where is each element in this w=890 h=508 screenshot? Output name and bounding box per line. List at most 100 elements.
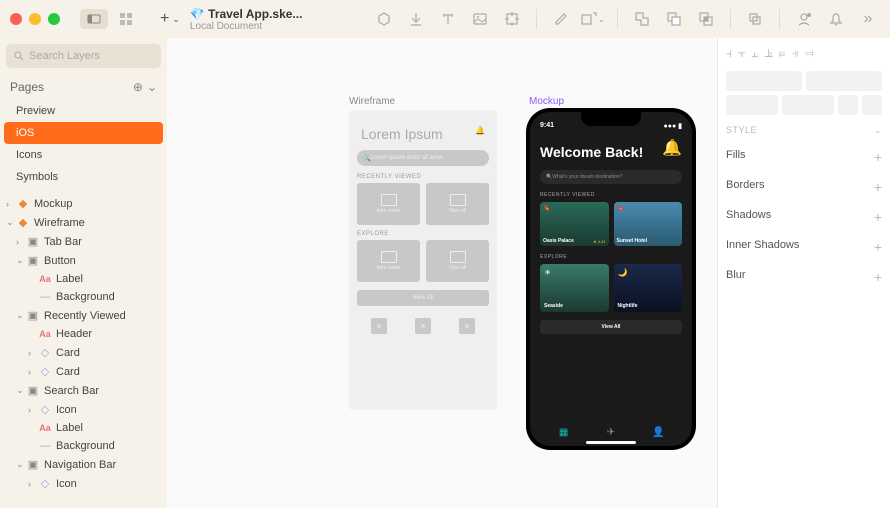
hexagon-tool-icon[interactable] <box>372 7 396 31</box>
bell-icon: 🔔 <box>475 126 485 135</box>
distribute-icon[interactable]: ⫤ <box>805 46 814 61</box>
close-window[interactable] <box>10 13 22 25</box>
search-placeholder: Search Layers <box>29 50 100 62</box>
flip-icon[interactable] <box>862 95 882 115</box>
search-layers-input[interactable]: Search Layers <box>6 44 161 68</box>
filename-text: Travel App.ske... <box>208 7 302 21</box>
y-field[interactable] <box>806 71 882 91</box>
insert-button[interactable]: + ⌄ <box>160 10 180 28</box>
create-symbol-icon[interactable] <box>404 7 428 31</box>
wf-viewall: View All <box>357 290 489 306</box>
align-center-icon[interactable]: ⫟ <box>738 46 745 61</box>
maximize-window[interactable] <box>48 13 60 25</box>
collapse-pages-icon[interactable]: ⌄ <box>147 80 157 94</box>
artboard-label-wireframe[interactable]: Wireframe <box>349 96 395 107</box>
align-bottom-icon[interactable]: ⫣ <box>792 46 799 61</box>
welcome-text: Welcome Back! <box>540 144 682 160</box>
wf-tab-icon: ✕ <box>415 318 431 334</box>
layer-rv-card2[interactable]: ›◇Card <box>0 362 167 381</box>
layer-recently-viewed[interactable]: ⌄▣Recently Viewed <box>0 306 167 325</box>
add-fill-icon[interactable]: + <box>874 149 882 165</box>
artboard-wireframe[interactable]: Lorem Ipsum 🔔 🔍 Lorem ipsum dolor sit am… <box>349 110 497 410</box>
more-icon[interactable]: » <box>856 7 880 31</box>
search-field: 🔍 What's your dream destination? <box>540 170 682 184</box>
flatten-icon[interactable] <box>743 7 767 31</box>
pages-header: Pages ⊕⌄ <box>0 74 167 100</box>
artboard-label-mockup[interactable]: Mockup <box>529 96 564 107</box>
layer-sb-icon[interactable]: ›◇Icon <box>0 400 167 419</box>
page-preview[interactable]: Preview <box>0 100 167 122</box>
layer-button[interactable]: ⌄▣Button <box>0 251 167 270</box>
align-top-icon[interactable]: ⫡ <box>765 46 773 61</box>
align-left-icon[interactable]: ⫞ <box>726 46 732 61</box>
layer-mockup[interactable]: ›◆Mockup <box>0 194 167 213</box>
add-blur-icon[interactable]: + <box>874 269 882 285</box>
tab-plane-icon: ✈ <box>603 424 619 440</box>
h-field[interactable] <box>782 95 834 115</box>
page-icons[interactable]: Icons <box>0 144 167 166</box>
layer-navbar[interactable]: ⌄▣Navigation Bar <box>0 455 167 474</box>
layer-rv-header[interactable]: AaHeader <box>0 325 167 343</box>
image-tool-icon[interactable] <box>468 7 492 31</box>
align-middle-icon[interactable]: ⫢ <box>779 46 786 61</box>
page-ios[interactable]: iOS <box>4 122 163 144</box>
page-list: Preview iOS Icons Symbols <box>0 100 167 188</box>
layer-tree: ›◆Mockup ⌄◆Wireframe ›▣Tab Bar ⌄▣Button … <box>0 194 167 508</box>
add-shadow-icon[interactable]: + <box>874 209 882 225</box>
list-view-btn[interactable] <box>80 9 108 29</box>
minimize-window[interactable] <box>29 13 41 25</box>
toolbar: ⌄ » <box>372 7 880 31</box>
grid-view-btn[interactable] <box>112 9 140 29</box>
layer-sb-label[interactable]: AaLabel <box>0 419 167 437</box>
status-icons: ●●● ▮ <box>664 122 682 130</box>
wf-explore-label: EXPLORE <box>357 231 489 237</box>
layer-button-label[interactable]: AaLabel <box>0 270 167 288</box>
wf-tab-icon: ✕ <box>459 318 475 334</box>
slice-tool-icon[interactable] <box>500 7 524 31</box>
status-time: 9:41 <box>540 122 554 130</box>
add-page-icon[interactable]: ⊕ <box>133 80 143 94</box>
fills-section[interactable]: Fills+ <box>726 142 882 172</box>
subtract-icon[interactable] <box>662 7 686 31</box>
x-field[interactable] <box>726 71 802 91</box>
layer-sb-bg[interactable]: —Background <box>0 437 167 455</box>
sidebar: Search Layers Pages ⊕⌄ Preview iOS Icons… <box>0 38 167 508</box>
w-field[interactable] <box>726 95 778 115</box>
align-right-icon[interactable]: ⫠ <box>751 46 758 61</box>
document-title[interactable]: 💎 Travel App.ske... Local Document <box>190 7 303 32</box>
shadows-section[interactable]: Shadows+ <box>726 202 882 232</box>
lock-aspect-icon[interactable] <box>838 95 858 115</box>
layer-button-bg[interactable]: —Background <box>0 288 167 306</box>
style-header: STYLE <box>726 125 757 136</box>
text-tool-icon[interactable] <box>436 7 460 31</box>
collaborate-icon[interactable] <box>792 7 816 31</box>
resize-tool-icon[interactable]: ⌄ <box>581 7 605 31</box>
doc-subtitle: Local Document <box>190 21 303 32</box>
add-border-icon[interactable]: + <box>874 179 882 195</box>
canvas[interactable]: Wireframe Mockup ⚑ Prototype Lorem Ipsum… <box>167 38 717 508</box>
artboard-mockup[interactable]: 9:41●●● ▮ Welcome Back! 🔔 🔍 What's your … <box>526 108 696 450</box>
hotel-card: 🔖Oasis Palace★ 4.41 <box>540 202 609 246</box>
view-toggle <box>80 9 140 29</box>
layer-nav-icon[interactable]: ›◇Icon <box>0 474 167 493</box>
home-indicator <box>586 441 636 444</box>
layer-wireframe[interactable]: ⌄◆Wireframe <box>0 213 167 232</box>
titlebar: + ⌄ 💎 Travel App.ske... Local Document ⌄… <box>0 0 890 38</box>
wf-card: Item name <box>357 240 420 282</box>
pencil-tool-icon[interactable] <box>549 7 573 31</box>
page-symbols[interactable]: Symbols <box>0 166 167 188</box>
blur-section[interactable]: Blur+ <box>726 262 882 292</box>
wf-card: View all <box>426 240 489 282</box>
recently-label: RECENTLY VIEWED <box>540 192 682 198</box>
inner-shadows-section[interactable]: Inner Shadows+ <box>726 232 882 262</box>
borders-section[interactable]: Borders+ <box>726 172 882 202</box>
layer-rv-card1[interactable]: ›◇Card <box>0 343 167 362</box>
notifications-icon[interactable] <box>824 7 848 31</box>
style-expand-icon[interactable]: ⌄ <box>874 125 882 136</box>
intersect-icon[interactable] <box>694 7 718 31</box>
explore-label: EXPLORE <box>540 254 682 260</box>
union-icon[interactable] <box>630 7 654 31</box>
layer-tabbar[interactable]: ›▣Tab Bar <box>0 232 167 251</box>
layer-searchbar[interactable]: ⌄▣Search Bar <box>0 381 167 400</box>
add-inner-shadow-icon[interactable]: + <box>874 239 882 255</box>
